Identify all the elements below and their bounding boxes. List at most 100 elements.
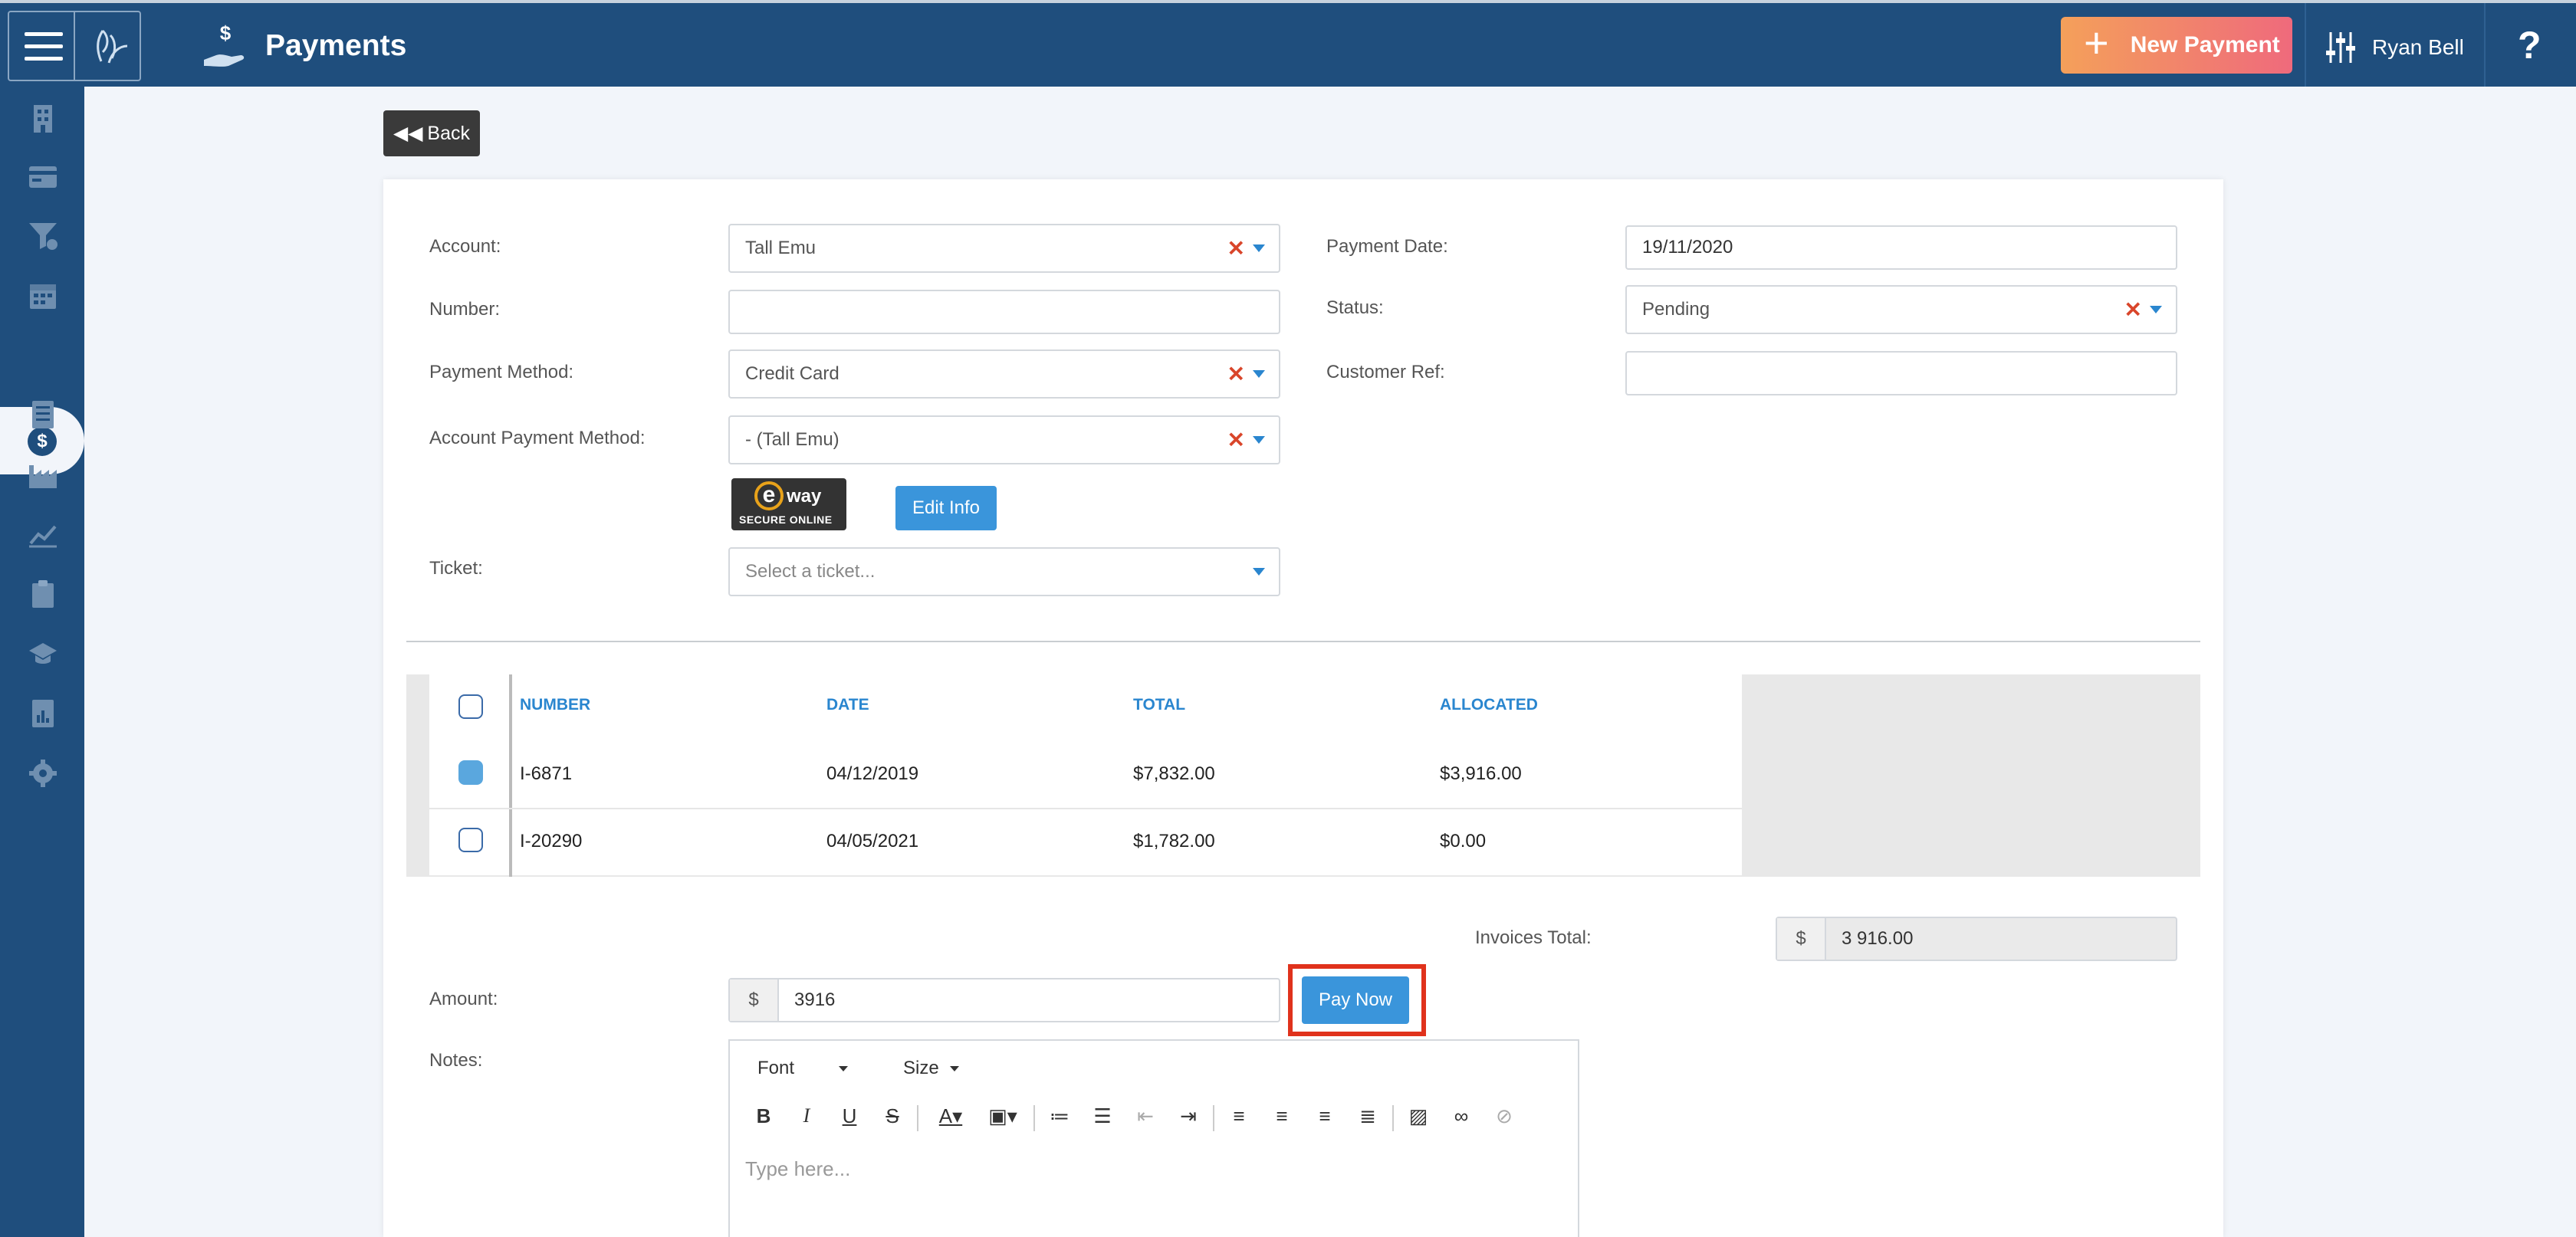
factory-icon[interactable] xyxy=(28,459,58,490)
gear-icon[interactable] xyxy=(28,758,58,789)
help-icon[interactable]: ? xyxy=(2518,23,2542,67)
pay-now-button[interactable]: Pay Now xyxy=(1302,976,1409,1024)
amount-field[interactable]: $ 3916 xyxy=(728,978,1280,1022)
back-button[interactable]: ◀◀ Back xyxy=(383,110,480,156)
payment-method-value: Credit Card xyxy=(745,363,840,384)
size-dropdown-label: Size xyxy=(903,1058,939,1078)
notes-textarea[interactable]: Type here... xyxy=(745,1157,850,1181)
strikethrough-icon[interactable]: S xyxy=(879,1102,906,1130)
indent-icon[interactable]: ⇥ xyxy=(1175,1102,1202,1130)
chevron-down-icon[interactable] xyxy=(2150,306,2162,313)
account-payment-method-select[interactable]: - (Tall Emu) ✕ xyxy=(728,415,1280,464)
table-column-divider xyxy=(509,674,512,877)
invoice-date: 04/12/2019 xyxy=(826,763,919,784)
ordered-list-icon[interactable]: ≔ xyxy=(1046,1102,1073,1130)
clipboard-icon[interactable] xyxy=(28,579,58,609)
invoices-total-value: 3 916.00 xyxy=(1842,928,1914,949)
status-select[interactable]: Pending ✕ xyxy=(1625,285,2177,334)
align-right-icon[interactable]: ≡ xyxy=(1311,1102,1339,1130)
status-label: Status: xyxy=(1326,297,1384,318)
text-color-icon[interactable]: A▾ xyxy=(932,1102,969,1130)
list-icon[interactable] xyxy=(28,399,58,430)
edit-info-button[interactable]: Edit Info xyxy=(895,486,997,530)
ticket-select[interactable]: Select a ticket... xyxy=(728,547,1280,596)
font-dropdown[interactable]: Font xyxy=(757,1058,849,1079)
brand-logo-icon[interactable] xyxy=(86,23,135,69)
graduation-icon[interactable] xyxy=(28,638,58,669)
funnel-icon[interactable] xyxy=(28,220,58,251)
select-all-checkbox[interactable] xyxy=(458,694,483,719)
column-header-number[interactable]: NUMBER xyxy=(520,696,590,714)
trend-icon[interactable] xyxy=(28,519,58,550)
back-label: Back xyxy=(427,122,471,144)
number-field[interactable] xyxy=(728,290,1280,334)
account-label: Account: xyxy=(429,236,501,257)
new-payment-label: New Payment xyxy=(2130,32,2280,57)
settings-sliders-icon[interactable] xyxy=(2325,31,2357,64)
invoice-number: I-20290 xyxy=(520,831,583,851)
highlight-color-icon[interactable]: ▣▾ xyxy=(984,1102,1021,1130)
calendar-icon[interactable] xyxy=(28,280,58,310)
user-name[interactable]: Ryan Bell xyxy=(2372,35,2464,60)
row-divider xyxy=(429,808,1742,809)
chevron-down-icon[interactable] xyxy=(1253,370,1265,378)
building-icon[interactable] xyxy=(28,103,58,134)
clear-icon[interactable]: ✕ xyxy=(1227,362,1245,387)
section-divider xyxy=(406,641,2200,642)
payment-date-label: Payment Date: xyxy=(1326,236,1448,257)
invoices-total-field: $ 3 916.00 xyxy=(1776,917,2177,961)
align-center-icon[interactable]: ≡ xyxy=(1268,1102,1296,1130)
topbar-separator xyxy=(2484,3,2486,87)
eway-logo: e way SECURE ONLINE xyxy=(731,478,846,530)
svg-text:$: $ xyxy=(220,21,232,44)
underline-icon[interactable]: U xyxy=(836,1102,863,1130)
hamburger-menu-icon[interactable] xyxy=(25,32,63,61)
chevron-down-icon xyxy=(839,1066,849,1072)
image-icon[interactable]: ▨ xyxy=(1405,1102,1432,1130)
card-icon[interactable] xyxy=(28,162,58,192)
size-dropdown[interactable]: Size xyxy=(903,1058,959,1079)
italic-icon[interactable]: I xyxy=(793,1102,820,1130)
row-checkbox[interactable] xyxy=(458,828,483,852)
menu-box xyxy=(8,11,141,81)
chevron-down-icon[interactable] xyxy=(1253,244,1265,252)
font-dropdown-label: Font xyxy=(757,1058,795,1078)
report-icon[interactable] xyxy=(28,698,58,729)
amount-value: 3916 xyxy=(794,989,836,1010)
chevron-down-icon[interactable] xyxy=(1253,568,1265,576)
toolbar-separator xyxy=(1213,1105,1214,1131)
payment-hand-icon: $ xyxy=(204,21,245,67)
column-header-total[interactable]: TOTAL xyxy=(1133,696,1185,714)
toolbar-separator xyxy=(1392,1105,1394,1131)
customer-ref-field[interactable] xyxy=(1625,351,2177,395)
new-payment-button[interactable]: + New Payment xyxy=(2061,17,2292,74)
link-icon[interactable]: ∞ xyxy=(1447,1102,1475,1130)
unlink-icon[interactable]: ⊘ xyxy=(1490,1102,1518,1130)
invoice-table-body xyxy=(429,674,1742,875)
chevron-down-icon[interactable] xyxy=(1253,436,1265,444)
account-payment-method-label: Account Payment Method: xyxy=(429,428,646,448)
payment-date-field[interactable]: 19/11/2020 xyxy=(1625,225,2177,270)
invoice-allocated: $0.00 xyxy=(1440,831,1487,851)
unordered-list-icon[interactable]: ☰ xyxy=(1089,1102,1116,1130)
align-left-icon[interactable]: ≡ xyxy=(1225,1102,1253,1130)
payment-method-select[interactable]: Credit Card ✕ xyxy=(728,349,1280,399)
outdent-icon[interactable]: ⇤ xyxy=(1132,1102,1159,1130)
column-header-date[interactable]: DATE xyxy=(826,696,869,714)
column-header-allocated[interactable]: ALLOCATED xyxy=(1440,696,1538,714)
bold-icon[interactable]: B xyxy=(750,1102,777,1130)
invoices-total-label: Invoices Total: xyxy=(1475,927,1592,948)
account-select[interactable]: Tall Emu ✕ xyxy=(728,224,1280,273)
status-value: Pending xyxy=(1642,299,1710,320)
align-justify-icon[interactable]: ≣ xyxy=(1354,1102,1382,1130)
clear-icon[interactable]: ✕ xyxy=(1227,428,1245,453)
menu-divider xyxy=(74,12,75,80)
number-label: Number: xyxy=(429,299,501,320)
row-checkbox[interactable] xyxy=(458,760,483,785)
clear-icon[interactable]: ✕ xyxy=(1227,236,1245,261)
plus-icon: + xyxy=(2084,18,2109,67)
dollar-icon[interactable]: $ xyxy=(28,427,57,456)
ticket-placeholder: Select a ticket... xyxy=(745,561,876,582)
currency-addon: $ xyxy=(1777,918,1826,960)
clear-icon[interactable]: ✕ xyxy=(2124,297,2142,323)
